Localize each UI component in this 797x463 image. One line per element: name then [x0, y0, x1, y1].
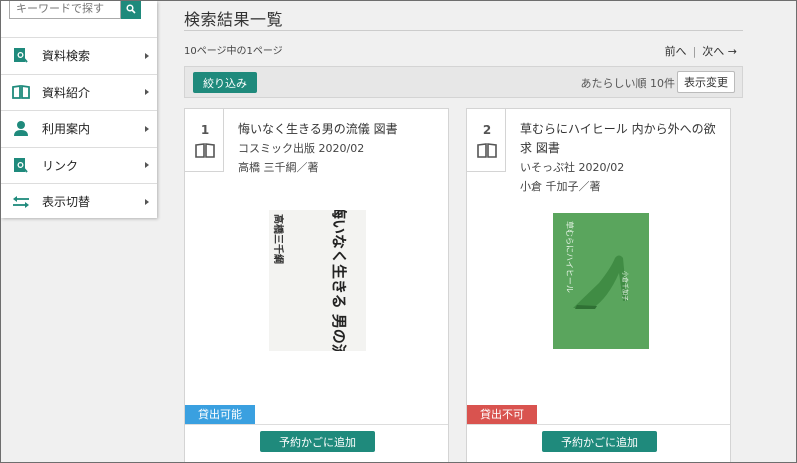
result-author: 小倉 千加子／著	[520, 180, 601, 193]
open-book-icon	[477, 143, 497, 158]
sidebar-item-label: リンク	[42, 158, 79, 173]
search-button[interactable]	[121, 1, 141, 19]
chevron-right-icon	[145, 198, 149, 205]
status-badge: 貸出可能	[185, 405, 255, 424]
card-divider	[185, 424, 448, 425]
book-cover[interactable]: 悔いなく生きる 男の流儀 高橋三千綱	[269, 204, 366, 374]
sidebar: 資料検索 資料紹介 利用案内 リンク	[1, 1, 157, 218]
sidebar-item-links[interactable]: リンク	[1, 146, 157, 184]
sidebar-item-display-toggle[interactable]: 表示切替	[1, 183, 157, 220]
title-divider	[184, 30, 743, 31]
book-cover[interactable]: 草むらにハイヒール 小倉千加子	[553, 213, 649, 349]
pager-nav: 前へ | 次へ →	[665, 43, 737, 59]
result-number-box: 2	[466, 108, 506, 172]
user-icon	[11, 120, 31, 138]
results-toolbar: 絞り込み あたらしい順 10件 表示変更	[184, 66, 743, 98]
open-book-icon	[11, 83, 31, 101]
prev-page-link[interactable]: 前へ	[665, 43, 687, 59]
result-number: 1	[200, 123, 210, 137]
document-search-icon	[11, 156, 31, 174]
result-card: 2 草むらにハイヒール 内から外への欲求 図書 いそっぷ社 2020/02 小倉…	[466, 108, 731, 462]
add-to-reserve-cart-button[interactable]: 予約かごに追加	[542, 431, 657, 452]
search-input[interactable]	[9, 1, 121, 19]
swap-arrows-icon	[11, 193, 31, 211]
sidebar-item-material-intro[interactable]: 資料紹介	[1, 73, 157, 111]
app-frame: 資料検索 資料紹介 利用案内 リンク	[0, 0, 797, 463]
card-divider	[467, 424, 730, 425]
sidebar-item-label: 表示切替	[42, 195, 91, 210]
result-meta: 悔いなく生きる男の流儀 図書 コスミック出版 2020/02 高橋 三千綱／著	[238, 120, 443, 177]
add-to-reserve-cart-button[interactable]: 予約かごに追加	[260, 431, 375, 452]
chevron-right-icon	[145, 162, 149, 169]
search-bar	[9, 1, 141, 19]
result-author: 高橋 三千綱／著	[238, 161, 319, 174]
result-number: 2	[482, 123, 492, 137]
sidebar-menu: 資料検索 資料紹介 利用案内 リンク 表示切替	[1, 37, 157, 220]
sidebar-item-label: 資料検索	[42, 49, 91, 64]
open-book-icon	[195, 143, 215, 158]
result-publisher: いそっぷ社 2020/02	[520, 161, 625, 174]
pager-info: 10ページ中の1ページ	[184, 46, 283, 57]
chevron-right-icon	[145, 89, 149, 96]
result-publisher: コスミック出版 2020/02	[238, 142, 365, 155]
search-icon	[126, 4, 136, 14]
sidebar-item-usage-guide[interactable]: 利用案内	[1, 110, 157, 147]
chevron-right-icon	[145, 52, 149, 59]
pager-separator: |	[692, 44, 697, 58]
result-meta: 草むらにハイヒール 内から外への欲求 図書 いそっぷ社 2020/02 小倉 千…	[520, 120, 725, 196]
sidebar-item-material-search[interactable]: 資料検索	[1, 37, 157, 74]
result-title[interactable]: 悔いなく生きる男の流儀 図書	[238, 120, 443, 139]
result-card: 1 悔いなく生きる男の流儀 図書 コスミック出版 2020/02 高橋 三千綱／…	[184, 108, 449, 462]
status-badge: 貸出不可	[467, 405, 537, 424]
display-change-button[interactable]: 表示変更	[677, 71, 735, 93]
document-search-icon	[11, 47, 31, 65]
cover-title: 悔いなく生きる 男の流儀	[330, 210, 348, 351]
next-page-link[interactable]: 次へ →	[702, 43, 737, 59]
main-content: 検索結果一覧 10ページ中の1ページ 前へ | 次へ → 絞り込み あたらしい順…	[173, 1, 743, 462]
sidebar-item-label: 利用案内	[42, 122, 91, 137]
sidebar-item-label: 資料紹介	[42, 85, 91, 100]
result-number-box: 1	[184, 108, 224, 172]
cover-author: 小倉千加子	[621, 271, 629, 301]
page-title: 検索結果一覧	[184, 10, 284, 29]
cover-author: 高橋三千綱	[272, 214, 285, 264]
cover-title: 草むらにハイヒール	[565, 221, 575, 293]
result-title[interactable]: 草むらにハイヒール 内から外への欲求 図書	[520, 120, 725, 158]
sort-count-label: あたらしい順 10件	[580, 77, 676, 90]
filter-button[interactable]: 絞り込み	[193, 72, 257, 93]
chevron-right-icon	[145, 125, 149, 132]
